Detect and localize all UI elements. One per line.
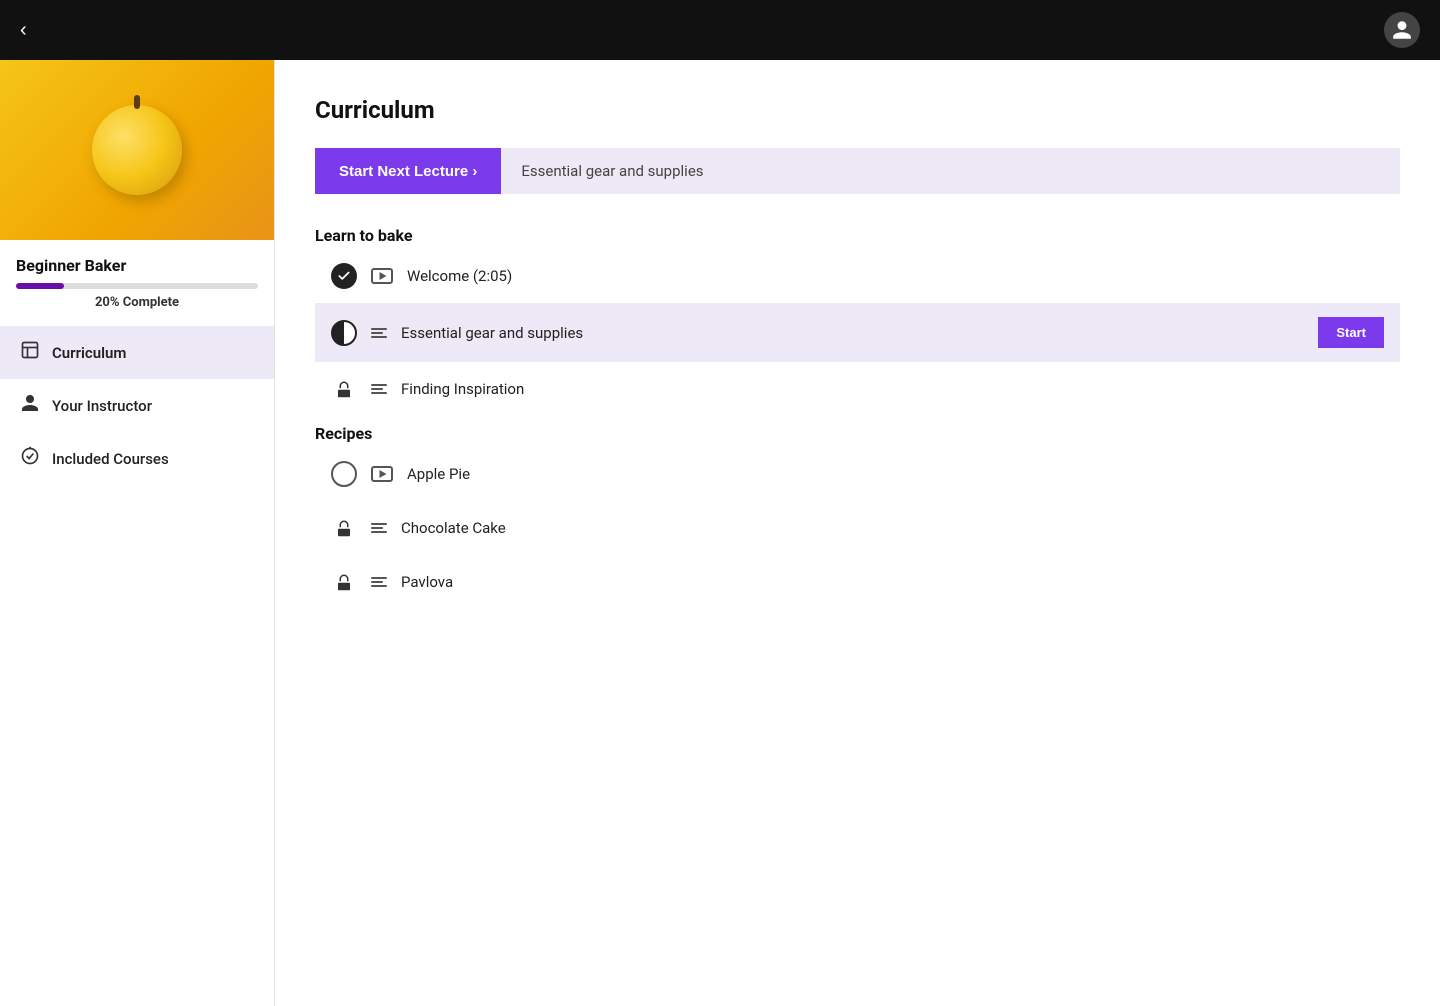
lecture-title: Finding Inspiration: [401, 380, 1384, 398]
lecture-title: Apple Pie: [407, 465, 1384, 483]
person-icon: [20, 393, 40, 418]
sidebar-info: Beginner Baker 20% Complete: [0, 240, 274, 318]
lecture-row[interactable]: Welcome (2:05): [315, 249, 1400, 303]
page-title: Curriculum: [315, 96, 1400, 124]
lecture-title: Chocolate Cake: [401, 519, 1384, 537]
text-content-icon: [371, 384, 387, 394]
course-thumbnail-fruit: [92, 105, 182, 195]
sidebar-nav: Curriculum Your Instructor Included Cour…: [0, 326, 274, 485]
lecture-row: Pavlova: [315, 555, 1400, 609]
curriculum-icon: [20, 340, 40, 365]
status-lock-icon: [331, 376, 357, 402]
sidebar-item-included[interactable]: Included Courses: [0, 432, 274, 485]
sidebar-item-label-curriculum: Curriculum: [52, 344, 126, 362]
status-lock-icon: [331, 515, 357, 541]
status-half-icon: [331, 320, 357, 346]
text-content-icon: [371, 328, 387, 338]
lecture-row[interactable]: Apple Pie: [315, 447, 1400, 501]
course-image: [0, 60, 274, 240]
avatar[interactable]: [1384, 12, 1420, 48]
lecture-row[interactable]: Essential gear and supplies Start: [315, 303, 1400, 362]
status-complete-icon: [331, 263, 357, 289]
lecture-row: Chocolate Cake: [315, 501, 1400, 555]
section-learn-to-bake: Learn to bake Welcome (2:05): [315, 226, 1400, 416]
main-layout: Beginner Baker 20% Complete Curriculum Y…: [0, 60, 1440, 1006]
next-lecture-title: Essential gear and supplies: [501, 148, 1400, 194]
sidebar-item-label-instructor: Your Instructor: [52, 397, 152, 415]
lecture-title: Pavlova: [401, 573, 1384, 591]
text-content-icon: [371, 523, 387, 533]
section-title-learn-to-bake: Learn to bake: [315, 226, 1400, 245]
lecture-title: Welcome (2:05): [407, 267, 1384, 285]
progress-label: 20% Complete: [16, 295, 258, 310]
video-content-icon: [371, 466, 393, 482]
section-title-recipes: Recipes: [315, 424, 1400, 443]
sidebar-item-label-included: Included Courses: [52, 450, 169, 468]
progress-bar-fill: [16, 283, 64, 289]
topbar: ‹: [0, 0, 1440, 60]
progress-bar-container: [16, 283, 258, 289]
included-icon: [20, 446, 40, 471]
back-button[interactable]: ‹: [20, 19, 27, 42]
start-next-lecture-button[interactable]: Start Next Lecture ›: [315, 148, 501, 194]
text-content-icon: [371, 577, 387, 587]
video-content-icon: [371, 268, 393, 284]
sidebar: Beginner Baker 20% Complete Curriculum Y…: [0, 60, 275, 1006]
status-lock-icon: [331, 569, 357, 595]
sidebar-item-instructor[interactable]: Your Instructor: [0, 379, 274, 432]
content-area: Curriculum Start Next Lecture › Essentia…: [275, 60, 1440, 1006]
course-title: Beginner Baker: [16, 256, 258, 275]
next-lecture-bar: Start Next Lecture › Essential gear and …: [315, 148, 1400, 194]
lecture-title: Essential gear and supplies: [401, 324, 1304, 342]
start-button[interactable]: Start: [1318, 317, 1384, 348]
section-recipes: Recipes Apple Pie Chocolate: [315, 424, 1400, 609]
lecture-row: Finding Inspiration: [315, 362, 1400, 416]
sidebar-item-curriculum[interactable]: Curriculum: [0, 326, 274, 379]
status-empty-icon: [331, 461, 357, 487]
